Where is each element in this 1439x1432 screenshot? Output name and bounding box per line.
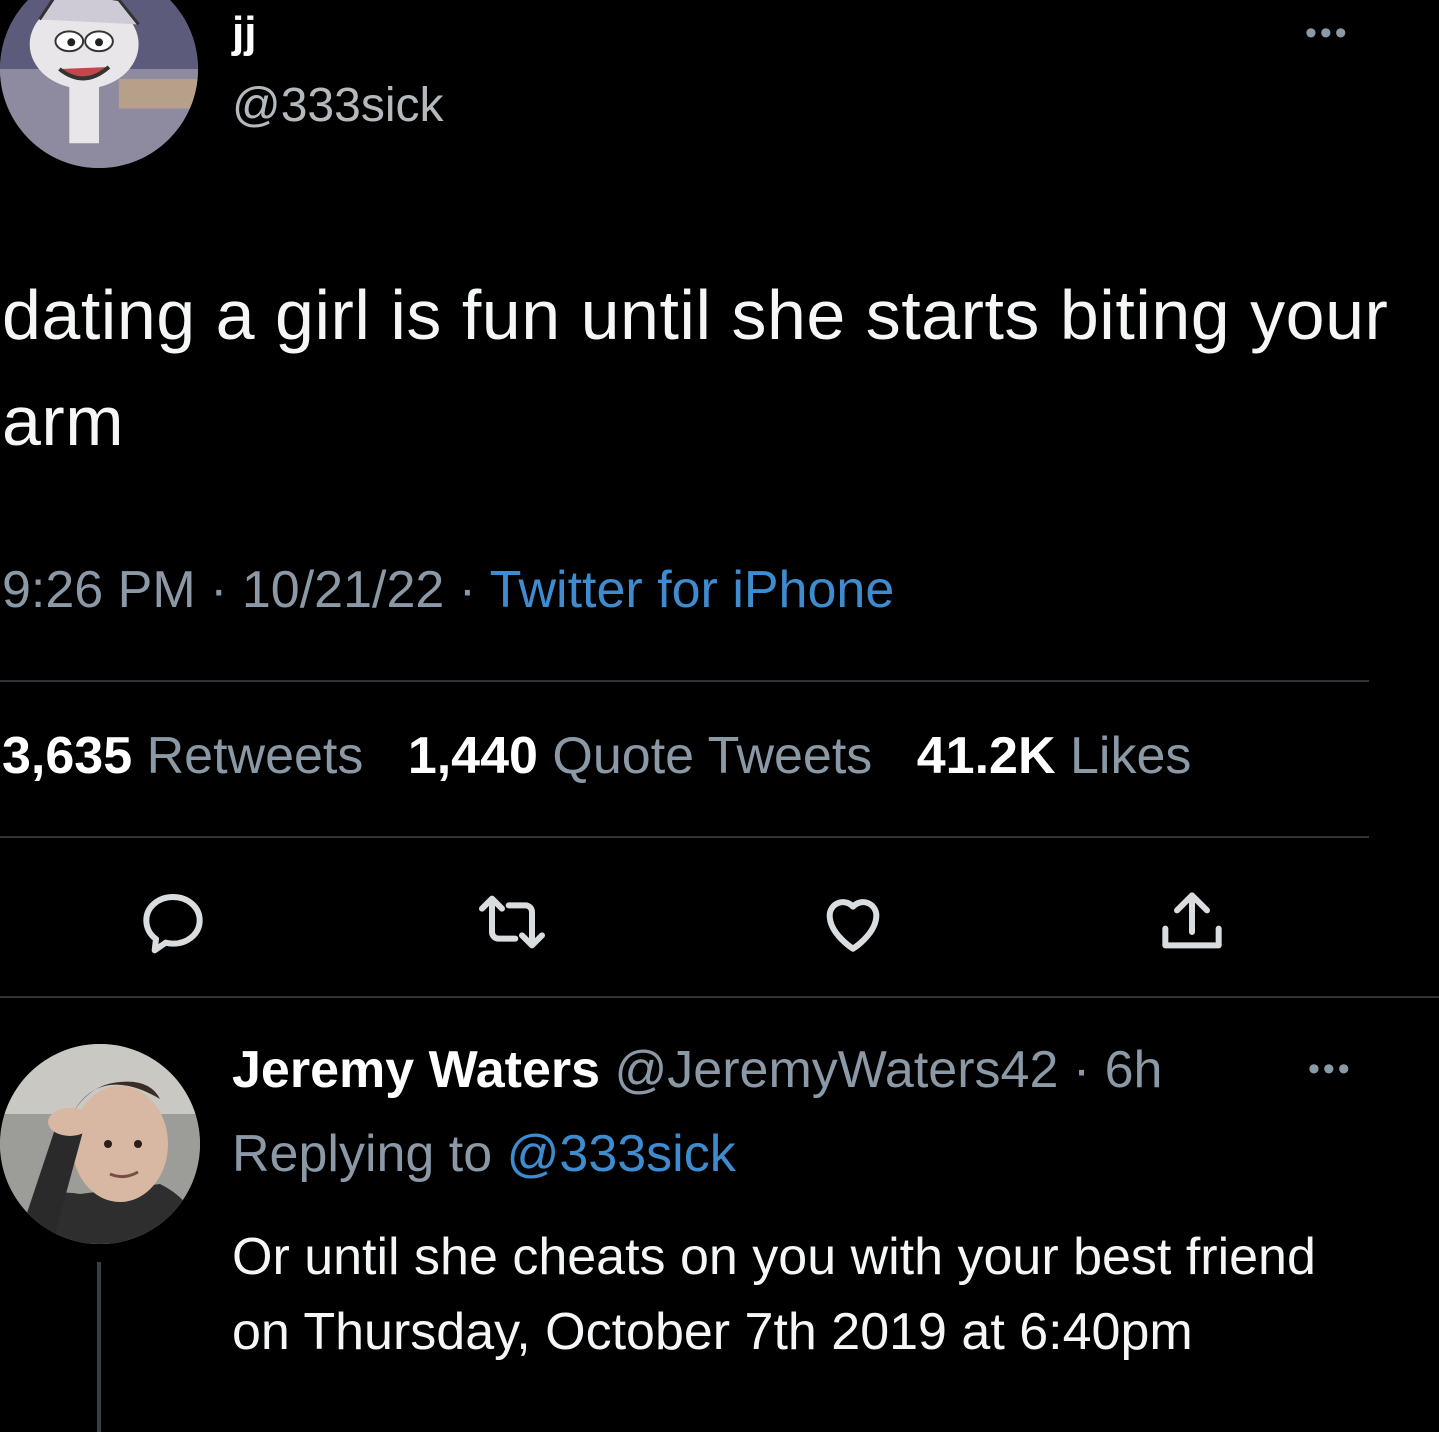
tweet-date[interactable]: 10/21/22 (242, 561, 444, 619)
meta-separator: · (458, 561, 477, 619)
author-display-name[interactable]: jj (232, 8, 256, 58)
tweet-stats: 3,635 Retweets 1,440 Quote Tweets 41.2K … (2, 726, 1221, 786)
share-icon[interactable] (1152, 882, 1232, 962)
reply-separator: · (1072, 1041, 1091, 1099)
more-dots-icon[interactable]: ••• (1308, 1050, 1353, 1089)
likes-count: 41.2K (916, 727, 1056, 785)
divider (0, 680, 1369, 682)
retweets-stat[interactable]: 3,635 Retweets (2, 727, 363, 785)
quotes-label: Quote Tweets (552, 727, 873, 785)
reply-age[interactable]: 6h (1105, 1041, 1163, 1099)
retweet-icon[interactable] (472, 882, 552, 962)
tweet-meta: 9:26 PM · 10/21/22 · Twitter for iPhone (2, 560, 894, 620)
tweet-source-link[interactable]: Twitter for iPhone (490, 561, 895, 619)
avatar-photo-image (0, 1044, 200, 1244)
reply-icon[interactable] (133, 882, 213, 962)
more-dots-icon[interactable]: ••• (1305, 14, 1350, 53)
quote-tweets-stat[interactable]: 1,440 Quote Tweets (408, 727, 873, 785)
reply-handle[interactable]: @JeremyWaters42 (615, 1041, 1059, 1099)
meta-separator: · (210, 561, 228, 619)
tweet-text: dating a girl is fun until she starts bi… (2, 276, 1389, 460)
divider (0, 836, 1369, 838)
replying-mention-link[interactable]: @333sick (507, 1125, 736, 1183)
reply-display-name[interactable]: Jeremy Waters (232, 1041, 600, 1099)
author-handle[interactable]: @333sick (232, 78, 443, 133)
divider (0, 996, 1439, 998)
like-icon[interactable] (813, 882, 893, 962)
reply-text: Or until she cheats on you with your bes… (232, 1228, 1316, 1361)
replying-to-line: Replying to @333sick (232, 1124, 736, 1184)
likes-stat[interactable]: 41.2K Likes (917, 727, 1192, 785)
reply-author-avatar[interactable] (0, 1044, 200, 1244)
thread-line (97, 1262, 101, 1432)
avatar-cartoon-image (0, 0, 198, 168)
tweet-time[interactable]: 9:26 PM (2, 561, 196, 619)
likes-label: Likes (1069, 727, 1192, 785)
author-avatar[interactable] (0, 0, 198, 168)
reply-header: Jeremy Waters @JeremyWaters42 · 6h (232, 1040, 1162, 1100)
quotes-count: 1,440 (407, 727, 538, 785)
retweets-count: 3,635 (2, 727, 133, 785)
replying-label: Replying to (232, 1125, 493, 1183)
retweets-label: Retweets (146, 727, 364, 785)
